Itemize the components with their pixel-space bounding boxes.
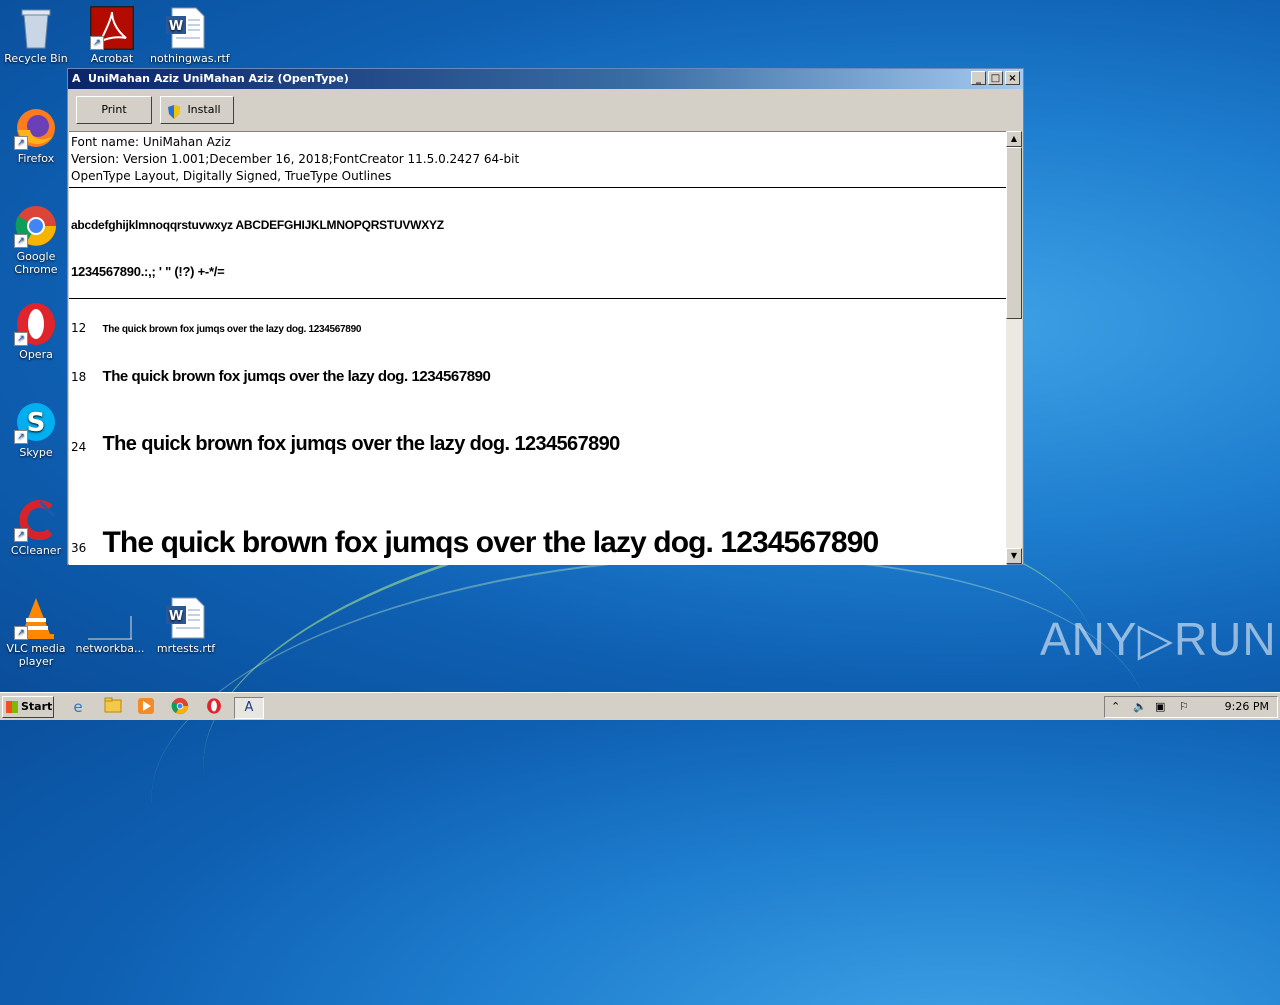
desktop-icon-nothingwas[interactable]: W nothingwas.rtf [150,6,230,65]
ccleaner-icon: ↗ [14,498,58,542]
skype-icon: S ↗ [14,400,58,444]
opera-icon: ↗ [14,302,58,346]
svg-text:W: W [169,609,183,624]
install-button[interactable]: Install [160,96,234,124]
chrome-icon[interactable] [170,697,190,717]
desktop-icon-mrtests[interactable]: W mrtests.rtf [150,596,222,655]
font-viewer-taskbar-icon[interactable]: A [234,697,264,719]
system-tray: ⌃ 🔈 ▣ ⚐ 9:26 PM [1104,696,1278,718]
shortcut-arrow-icon: ↗ [14,234,28,248]
font-name-label: Font name: UniMahan Aziz [71,135,231,149]
minimize-button[interactable]: _ [971,71,986,85]
sample-row-36: 36 The quick brown fox jumqs over the la… [71,526,879,559]
maximize-button[interactable]: □ [988,71,1003,85]
shortcut-arrow-icon: ↗ [90,36,104,50]
font-viewer-window: A UniMahan Aziz UniMahan Aziz (OpenType)… [67,68,1024,565]
font-file-icon: A [72,72,81,85]
desktop-icon-vlc[interactable]: ↗ VLC media player [0,596,72,668]
shortcut-arrow-icon: ↗ [14,430,28,444]
media-player-icon[interactable] [136,697,156,717]
desktop-icon-chrome[interactable]: ↗ Google Chrome [0,204,72,276]
divider [69,187,1007,188]
clock[interactable]: 9:26 PM [1225,697,1269,717]
scrollbar-thumb[interactable] [1006,147,1022,319]
tray-expand-icon[interactable]: ⌃ [1111,697,1120,717]
svg-text:S: S [27,408,46,438]
desktop-icon-networkba[interactable]: networkba... [74,596,146,655]
window-titlebar[interactable]: A UniMahan Aziz UniMahan Aziz (OpenType)… [68,69,1023,89]
sample-row-18: 18 The quick brown fox jumqs over the la… [71,368,491,385]
opera-icon[interactable] [204,697,224,717]
desktop-icon-firefox[interactable]: ↗ Firefox [0,106,72,165]
font-preview-pane[interactable]: Font name: UniMahan Aziz Version: Versio… [69,131,1007,565]
scroll-up-arrow-icon[interactable]: ▲ [1006,131,1022,147]
desktop-icon-skype[interactable]: S ↗ Skype [0,400,72,459]
anyrun-watermark: ANY▷RUN [1040,613,1277,665]
action-center-flag-icon[interactable]: ⚐ [1179,697,1189,717]
window-title: UniMahan Aziz UniMahan Aziz (OpenType) [88,72,349,85]
sample-row-24: 24 The quick brown fox jumqs over the la… [71,433,620,455]
vlc-icon: ↗ [14,596,58,640]
shield-icon [168,103,180,119]
vertical-scrollbar[interactable]: ▲ ▼ [1006,131,1022,564]
firefox-icon: ↗ [14,106,58,150]
desktop-icon-opera[interactable]: ↗ Opera [0,302,72,361]
font-version-label: Version: Version 1.001;December 16, 2018… [71,152,520,166]
toolbar: Print Install [68,89,1023,129]
desktop-icon-recycle-bin[interactable]: Recycle Bin [0,6,72,65]
shortcut-arrow-icon: ↗ [14,136,28,150]
scroll-down-arrow-icon[interactable]: ▼ [1006,548,1022,564]
charset-letters: abcdefghijklmnoqqrstuvwxyz ABCDEFGHIJKLM… [71,218,444,232]
word-document-icon: W [164,6,208,50]
chrome-icon: ↗ [14,204,58,248]
explorer-folder-icon[interactable] [103,697,123,717]
desktop-icon-acrobat[interactable]: ↗ Acrobat [76,4,148,65]
shortcut-arrow-icon: ↗ [14,332,28,346]
divider [69,298,1007,299]
windows-logo-icon [6,701,18,713]
font-info: Font name: UniMahan Aziz Version: Versio… [69,132,1007,185]
desktop-icon-ccleaner[interactable]: ↗ CCleaner [0,498,72,557]
blank-file-icon [88,596,132,640]
taskbar: Start e A ⌃ 🔈 ▣ ⚐ 9:26 PM [0,692,1280,720]
charset-digits: 1234567890.:,; ' " (!?) +-*/= [71,264,225,279]
start-button[interactable]: Start [2,696,54,718]
font-layout-label: OpenType Layout, Digitally Signed, TrueT… [71,169,392,183]
sample-row-12: 12 The quick brown fox jumqs over the la… [71,321,362,335]
svg-text:W: W [169,19,183,34]
shortcut-arrow-icon: ↗ [14,528,28,542]
print-button[interactable]: Print [76,96,152,124]
acrobat-icon: ↗ [88,4,136,52]
ie-icon[interactable]: e [68,697,88,717]
recycle-bin-icon [14,6,58,50]
close-button[interactable]: × [1005,71,1020,85]
shortcut-arrow-icon: ↗ [14,626,28,640]
word-document-icon: W [164,596,208,640]
volume-icon[interactable]: 🔈 [1133,697,1147,717]
network-icon[interactable]: ▣ [1155,697,1165,717]
